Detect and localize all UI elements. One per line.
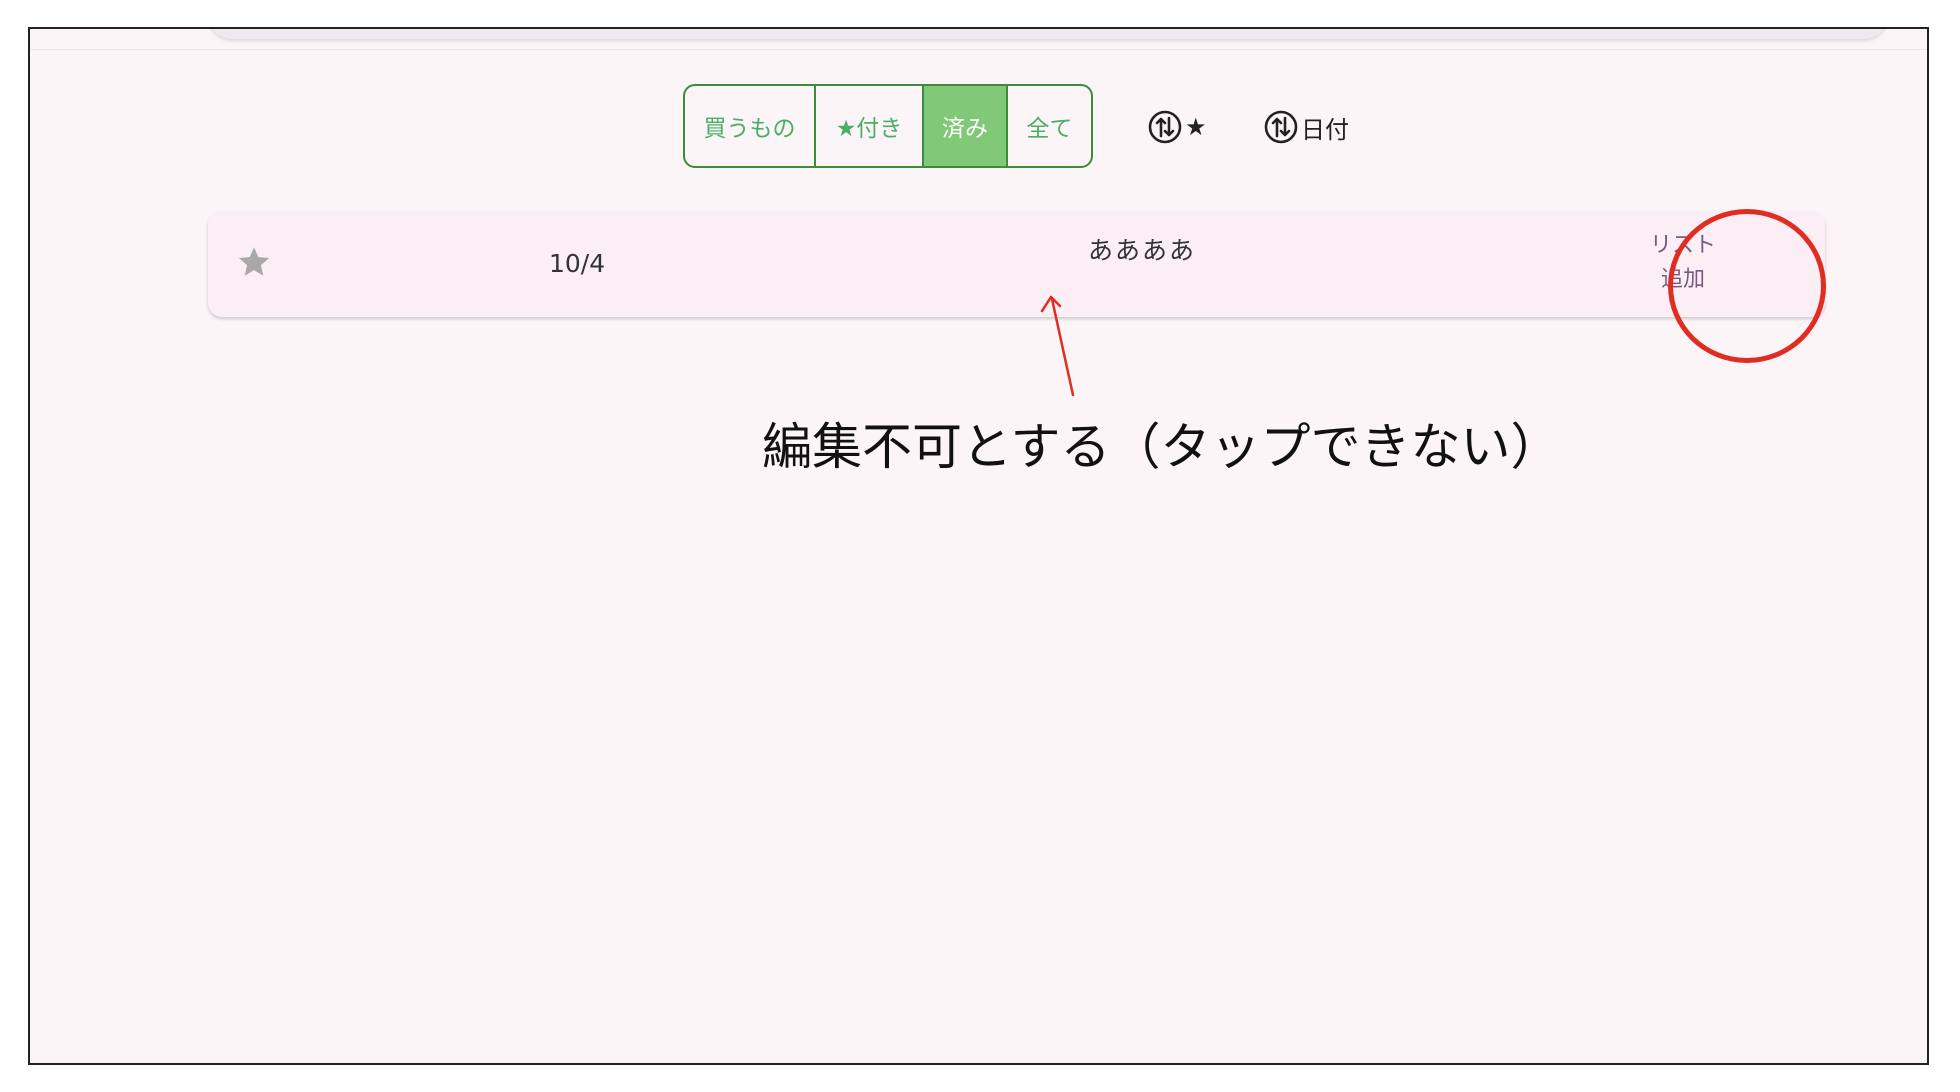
filter-segmented-control: 買うもの ★付き 済み 全て [683, 84, 1093, 168]
top-bar [30, 29, 1927, 50]
item-name: ああああ [1088, 236, 1197, 265]
annotation-arrow [1040, 295, 1075, 397]
search-bar[interactable] [208, 29, 1888, 39]
tab-done[interactable]: 済み [924, 86, 1008, 166]
list-item: 10/4 ああああ リスト 追加 [208, 211, 1825, 317]
tab-all[interactable]: 全て [1008, 86, 1091, 166]
app-screen: 買うもの ★付き 済み 全て ★ 日付 10/4 ああああ リスト 追加 編集不… [28, 27, 1929, 1065]
sort-by-date-button[interactable]: 日付 [1263, 109, 1349, 145]
sort-by-star-button[interactable]: ★ [1147, 109, 1207, 145]
star-icon[interactable] [236, 245, 272, 283]
tab-to-buy[interactable]: 買うもの [685, 86, 816, 166]
sort-star-label: ★ [1185, 113, 1207, 141]
sort-toggle-icon [1148, 110, 1182, 144]
tab-starred[interactable]: ★付き [816, 86, 924, 166]
sort-date-label: 日付 [1301, 115, 1349, 144]
sort-toggle-icon [1264, 110, 1298, 144]
annotation-circle [1668, 209, 1826, 363]
item-date: 10/4 [549, 249, 606, 278]
annotation-text: 編集不可とする（タップできない） [762, 418, 1561, 476]
